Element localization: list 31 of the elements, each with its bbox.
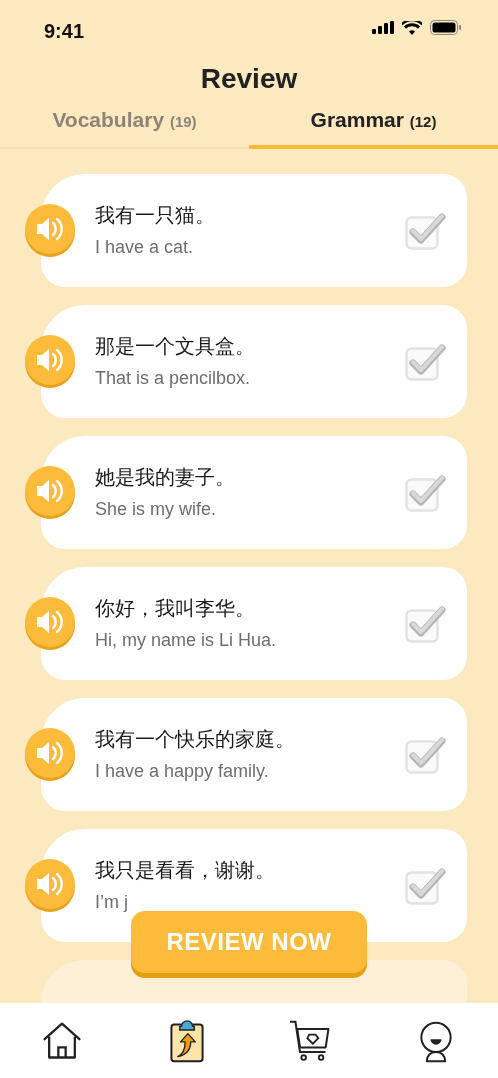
speaker-button[interactable]	[24, 597, 76, 651]
tab[interactable]: Vocabulary (19)	[0, 103, 249, 150]
english-translation: That is a pencilbox.	[95, 367, 252, 390]
checkbox[interactable]	[405, 210, 447, 251]
chinese-sentence: 那是一个文具盒。	[95, 333, 256, 358]
speaker-button[interactable]	[24, 335, 76, 389]
signal-icon	[372, 21, 394, 34]
checkbox[interactable]	[405, 603, 447, 644]
english-translation: I have a cat.	[95, 236, 195, 259]
tab[interactable]: Grammar (12)	[249, 103, 498, 150]
english-translation: I have a happy family.	[95, 760, 270, 783]
english-translation: She is my wife.	[95, 498, 218, 521]
battery-icon	[430, 20, 462, 35]
page-title: Review	[199, 62, 299, 96]
wifi-icon	[402, 20, 422, 35]
checkbox[interactable]	[405, 341, 447, 382]
speaker-button[interactable]	[24, 204, 76, 258]
chinese-sentence: 我只是看看，谢谢。	[95, 857, 276, 882]
english-translation: I’m j	[95, 891, 129, 914]
checkbox[interactable]	[405, 472, 447, 513]
chinese-sentence: 我有一个快乐的家庭。	[95, 726, 296, 751]
speaker-button[interactable]	[24, 859, 76, 913]
english-translation: Hi, my name is Li Hua.	[95, 629, 278, 652]
speaker-button[interactable]	[24, 728, 76, 782]
chinese-sentence: 你好，我叫李华。	[95, 595, 256, 620]
status-time: 9:41	[44, 19, 85, 44]
chinese-sentence: 她是我的妻子。	[95, 464, 236, 489]
speaker-button[interactable]	[24, 466, 76, 520]
checkbox[interactable]	[405, 865, 447, 906]
chinese-sentence: 我有一只猫。	[95, 202, 216, 227]
checkbox[interactable]	[405, 734, 447, 775]
